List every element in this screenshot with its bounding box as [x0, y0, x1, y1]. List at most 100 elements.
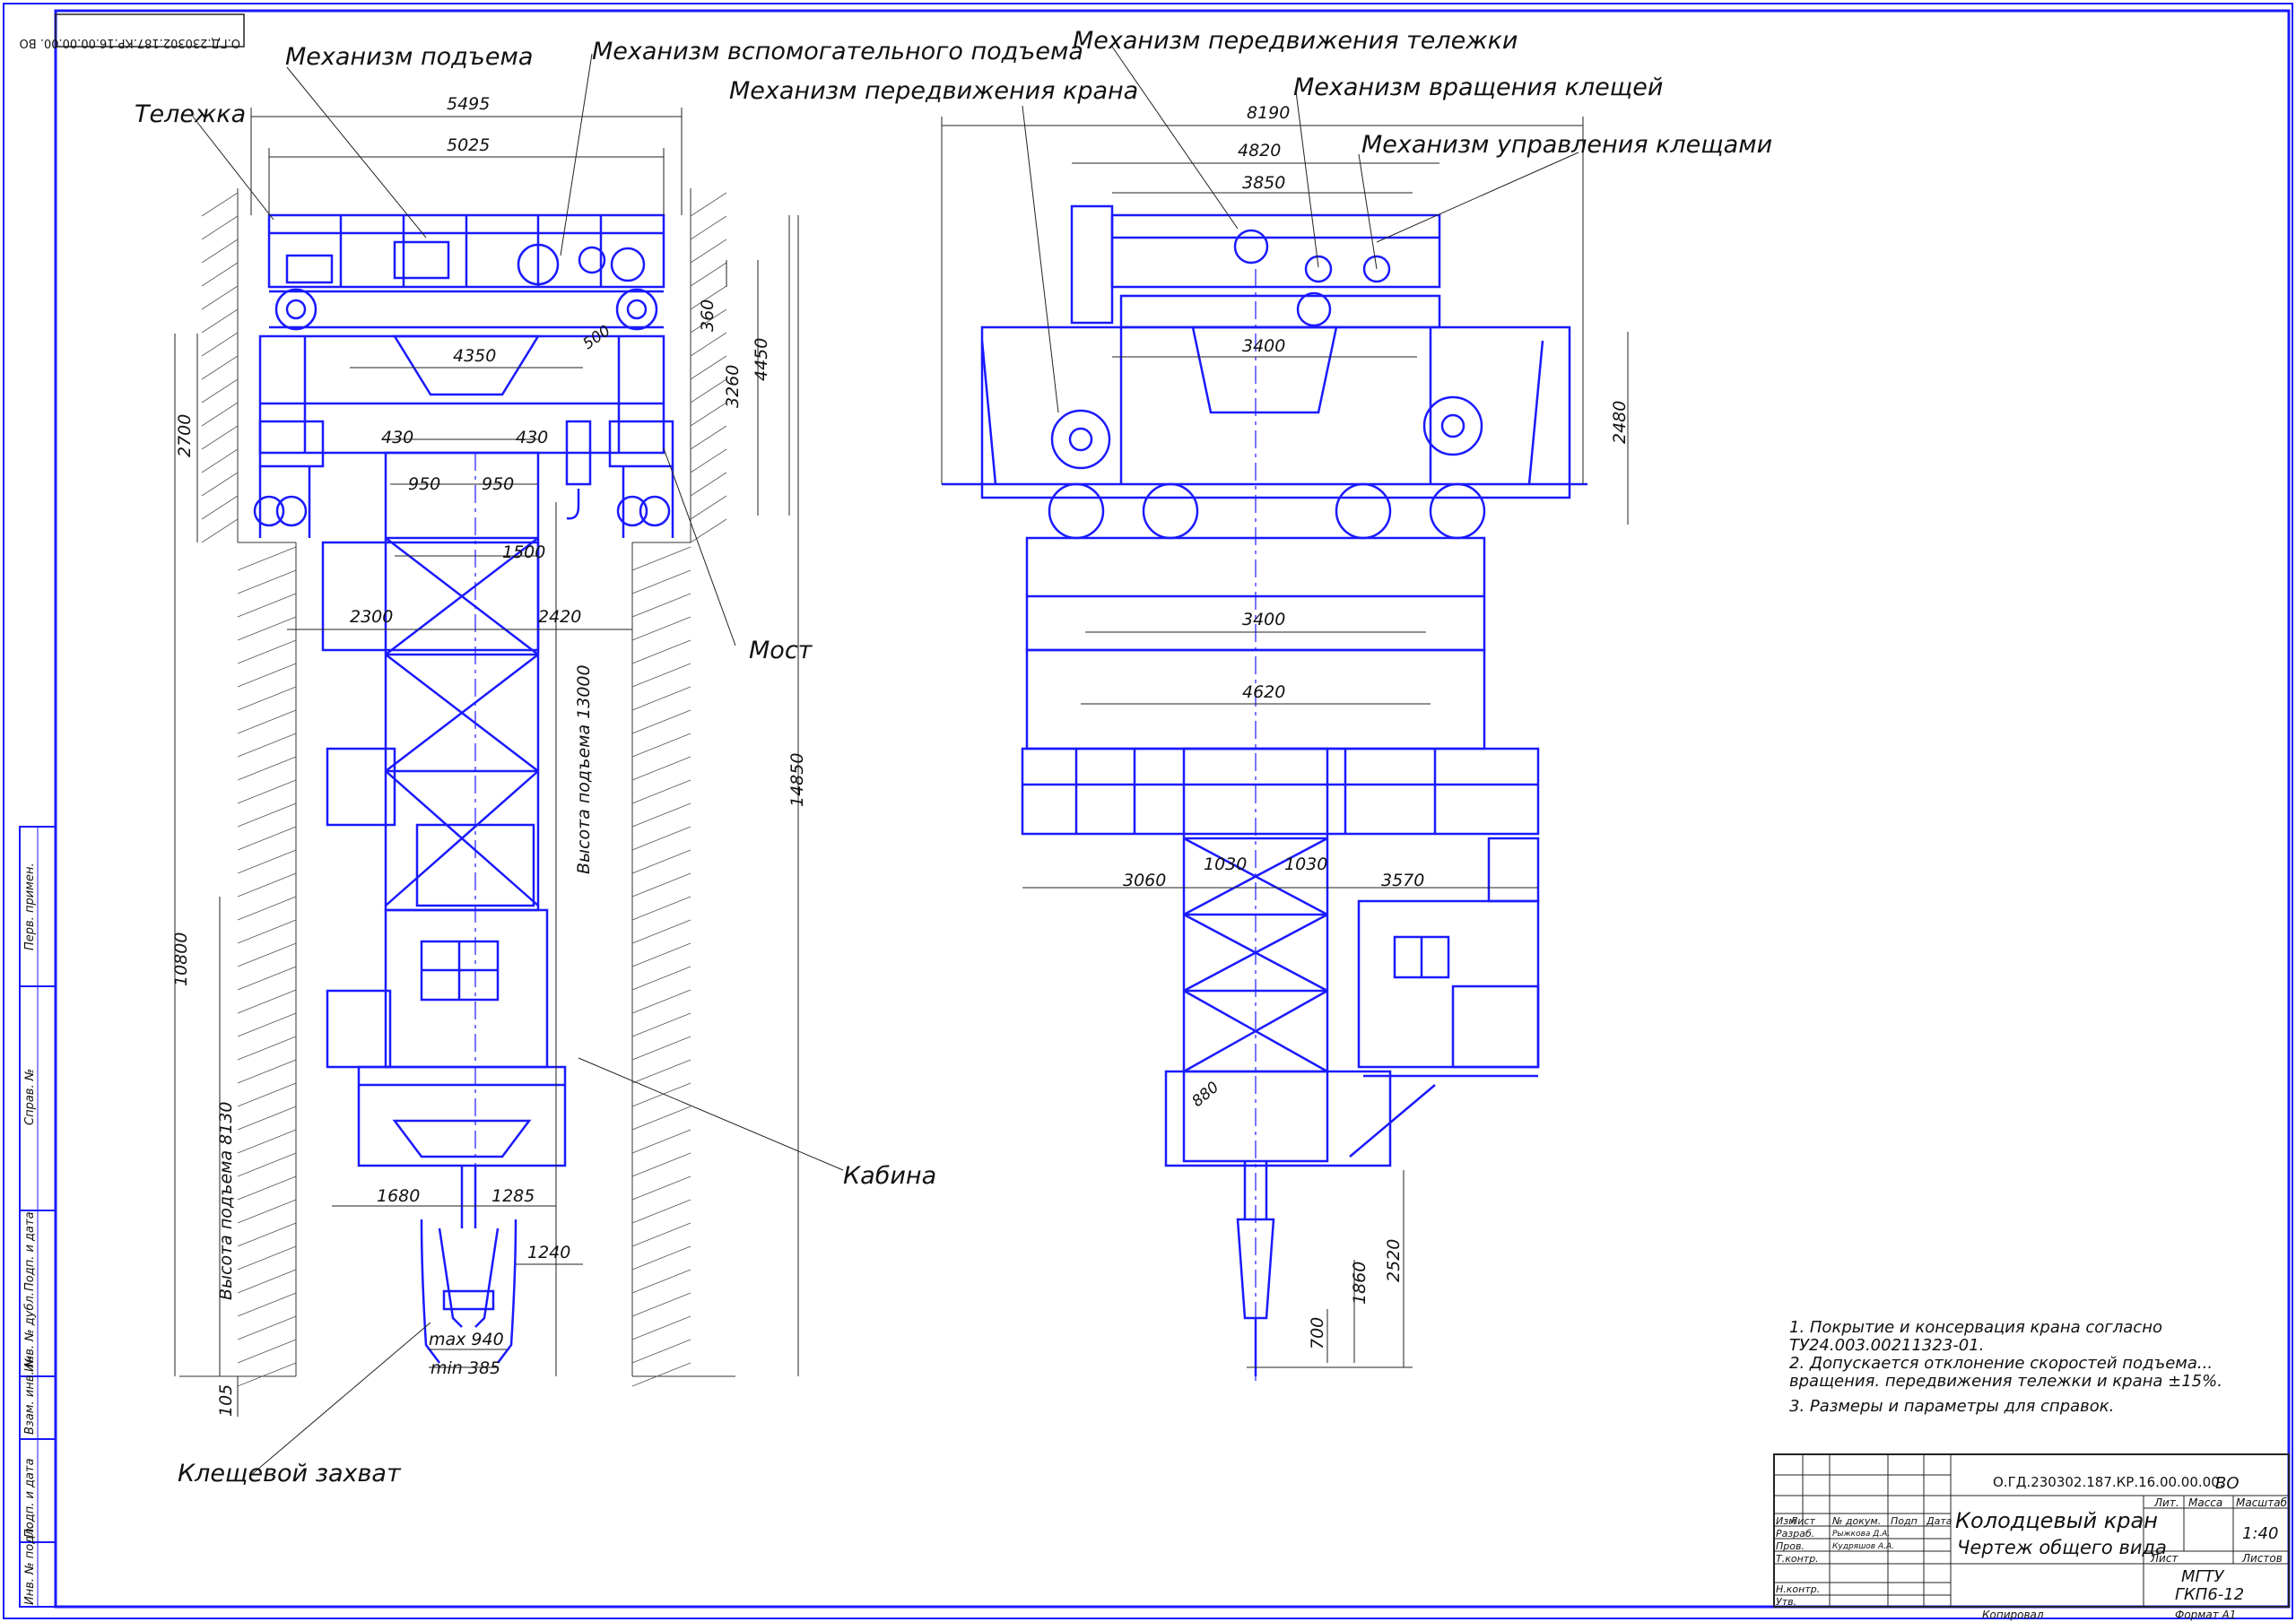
- tb-title-1: Колодцевый кран: [1955, 1508, 2158, 1533]
- right-bridge: [942, 325, 1587, 540]
- tb-lit: Лит.: [2153, 1496, 2179, 1509]
- label-crane-travel: Механизм передвижения крана: [729, 77, 1138, 105]
- hatch-line: [237, 1199, 297, 1224]
- hatch-line: [690, 262, 727, 287]
- hatch-line: [631, 1292, 691, 1317]
- right-mast: [1164, 269, 1392, 1381]
- hatch-line: [201, 192, 239, 217]
- hatch-line: [237, 919, 297, 944]
- label-aux-lifting-mechanism: Механизм вспомогательного подъема: [592, 38, 1083, 65]
- dim-880: 880: [1188, 1079, 1222, 1111]
- tb-code: О.ГД.230302.187.КР.16.00.00.00.: [1993, 1474, 2224, 1490]
- hatch-line: [690, 425, 727, 450]
- hatch-line: [631, 989, 691, 1014]
- hatch-line: [237, 896, 297, 921]
- hatch-line: [237, 989, 297, 1014]
- hatch-line: [237, 1292, 297, 1317]
- hatch-line: [201, 518, 239, 543]
- hatch-line: [237, 756, 297, 781]
- dim-950-b: 950: [482, 474, 514, 494]
- hatch-line: [631, 709, 691, 734]
- dim-4350: 4350: [453, 346, 496, 366]
- hatch-line: [631, 616, 691, 641]
- label-bridge: Мост: [749, 637, 813, 664]
- stamp-inv-podl: Инв. № подл.: [23, 1524, 37, 1605]
- hatch-line: [631, 942, 691, 967]
- dim-430-a: 430: [381, 428, 413, 447]
- label-trolley-travel: Механизм передвижения тележки: [1073, 27, 1518, 55]
- dim-3400-a: 3400: [1242, 336, 1285, 356]
- left-shaft-walls: [179, 188, 735, 1377]
- hatch-line: [690, 472, 727, 497]
- note-line-4: вращения. передвижения тележки и крана ±…: [1789, 1372, 2222, 1391]
- hatch-line: [237, 546, 297, 571]
- tb-massa: Масса: [2188, 1496, 2222, 1509]
- tb-prov-name: Кудряшов А.А.: [1832, 1542, 1894, 1551]
- hatch-line: [631, 733, 691, 758]
- hatch-line: [237, 569, 297, 594]
- hatch-line: [631, 1175, 691, 1201]
- hatch-line: [201, 448, 239, 473]
- right-platforms: [1021, 536, 1540, 903]
- dim-10800: 10800: [171, 932, 191, 986]
- hatch-line: [201, 402, 239, 427]
- tb-data: Дата: [1926, 1515, 1952, 1527]
- hatch-line: [631, 1036, 691, 1061]
- dim-360: 360: [698, 299, 718, 332]
- note-line-3: 2. Допускается отклонение скоростей подъ…: [1789, 1354, 2213, 1373]
- hatch-line: [631, 1129, 691, 1154]
- hatch-line: [237, 663, 297, 688]
- hatch-line: [631, 686, 691, 711]
- hatch-line: [690, 495, 727, 520]
- hatch-line: [237, 802, 297, 828]
- note-line-1: 1. Покрытие и консервация крана согласно: [1789, 1318, 2162, 1337]
- tb-list: Лист: [1789, 1515, 1815, 1527]
- hatch-line: [237, 779, 297, 804]
- left-view: Механизм подъема Механизм вспомогательно…: [135, 38, 1083, 1488]
- left-hatch: [201, 192, 727, 1387]
- label-trolley: Тележка: [135, 100, 246, 128]
- hatch-line: [201, 262, 239, 287]
- tb-razrab-name: Рыжкова Д.А.: [1832, 1530, 1890, 1539]
- dim-1680: 1680: [377, 1186, 420, 1206]
- hatch-line: [237, 849, 297, 874]
- dim-2420: 2420: [538, 607, 581, 627]
- hatch-line: [631, 546, 691, 571]
- dim-lift-height-8130: Высота подъема 8130: [216, 1101, 236, 1300]
- hatch-line: [690, 215, 727, 240]
- hatch-line: [631, 966, 691, 991]
- hatch-line: [237, 593, 297, 618]
- hatch-line: [201, 308, 239, 334]
- hatch-line: [201, 332, 239, 357]
- hatch-line: [237, 1152, 297, 1177]
- hatch-line: [237, 709, 297, 734]
- hatch-line: [690, 355, 727, 380]
- hatch-line: [237, 1362, 297, 1387]
- hatch-line: [201, 425, 239, 450]
- hatch-line: [237, 616, 297, 641]
- label-tong-rotation: Механизм вращения клещей: [1293, 74, 1663, 101]
- hatch-line: [631, 663, 691, 688]
- dim-3570: 3570: [1381, 871, 1424, 890]
- hatch-line: [631, 756, 691, 781]
- hatch-line: [690, 192, 727, 217]
- note-line-5: 3. Размеры и параметры для справок.: [1789, 1397, 2114, 1416]
- hatch-line: [201, 215, 239, 240]
- hatch-line: [631, 1012, 691, 1037]
- hatch-line: [201, 495, 239, 520]
- hatch-line: [631, 1106, 691, 1131]
- hatch-line: [237, 1059, 297, 1084]
- hatch-line: [690, 378, 727, 403]
- dim-2520: 2520: [1384, 1239, 1404, 1282]
- dim-1285: 1285: [491, 1186, 535, 1206]
- dim-1500: 1500: [502, 542, 545, 562]
- hatch-line: [631, 919, 691, 944]
- hatch-line: [690, 332, 727, 357]
- hatch-line: [690, 448, 727, 473]
- dim-3260: 3260: [723, 365, 743, 408]
- dim-1030-a: 1030: [1204, 854, 1247, 874]
- tb-title-2: Чертеж общего вида: [1957, 1537, 2167, 1558]
- dim-950-a: 950: [408, 474, 440, 494]
- hatch-line: [237, 1222, 297, 1247]
- hatch-line: [201, 472, 239, 497]
